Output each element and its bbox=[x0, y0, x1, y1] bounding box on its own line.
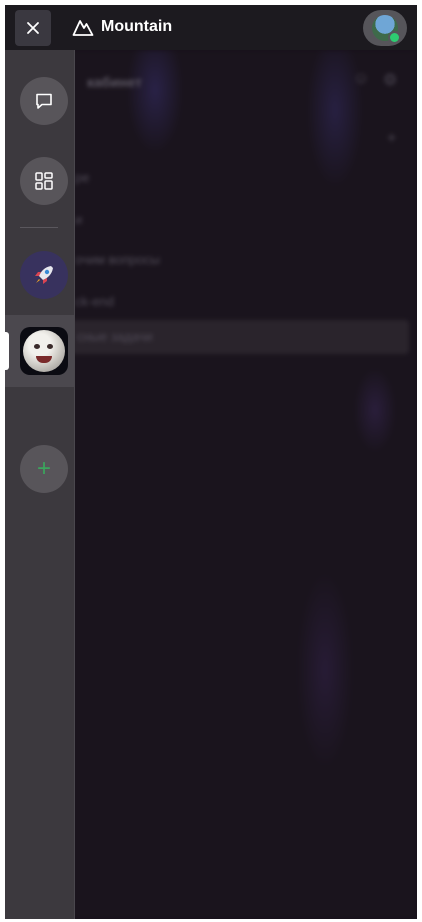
user-avatar-button[interactable] bbox=[363, 10, 407, 46]
chat-bubble-icon bbox=[36, 93, 52, 109]
server-rocket-button[interactable] bbox=[20, 251, 68, 299]
close-icon bbox=[27, 22, 39, 34]
apps-grid-button[interactable] bbox=[20, 157, 68, 205]
bg-list-item-active: сные задачи bbox=[71, 320, 409, 354]
plus-icon: + bbox=[36, 455, 51, 482]
moon-face-icon bbox=[23, 330, 65, 372]
messages-button[interactable] bbox=[20, 77, 68, 125]
server-moon-button[interactable] bbox=[20, 327, 68, 375]
avatar bbox=[372, 15, 401, 44]
app-title: Mountain bbox=[101, 18, 173, 35]
top-bar: Mountain bbox=[5, 5, 417, 50]
bg-list-item: очим вопросы bbox=[75, 252, 160, 267]
add-server-button[interactable]: + bbox=[20, 445, 68, 493]
mountain-logo-icon bbox=[72, 20, 94, 36]
bg-plus-icon: + bbox=[387, 130, 397, 147]
sidebar-divider bbox=[20, 227, 58, 228]
active-server-indicator bbox=[5, 332, 9, 370]
bg-list-item: ре bbox=[75, 170, 90, 185]
bg-list-item: и bbox=[75, 212, 83, 227]
bg-settings-icon: ⚙ bbox=[383, 72, 398, 89]
online-status-indicator bbox=[388, 31, 401, 44]
app-window: кабинет ☺ ⚙ + ре и очим вопросы ck-end с… bbox=[5, 5, 417, 919]
grid-icon bbox=[35, 172, 53, 190]
bg-channel-header: кабинет bbox=[87, 74, 142, 90]
bg-add-member-icon: ☺ bbox=[353, 70, 370, 87]
bg-list-item: ck-end bbox=[75, 294, 115, 309]
rocket-icon bbox=[35, 266, 53, 284]
close-button[interactable] bbox=[15, 10, 51, 46]
server-sidebar: + bbox=[5, 50, 75, 919]
